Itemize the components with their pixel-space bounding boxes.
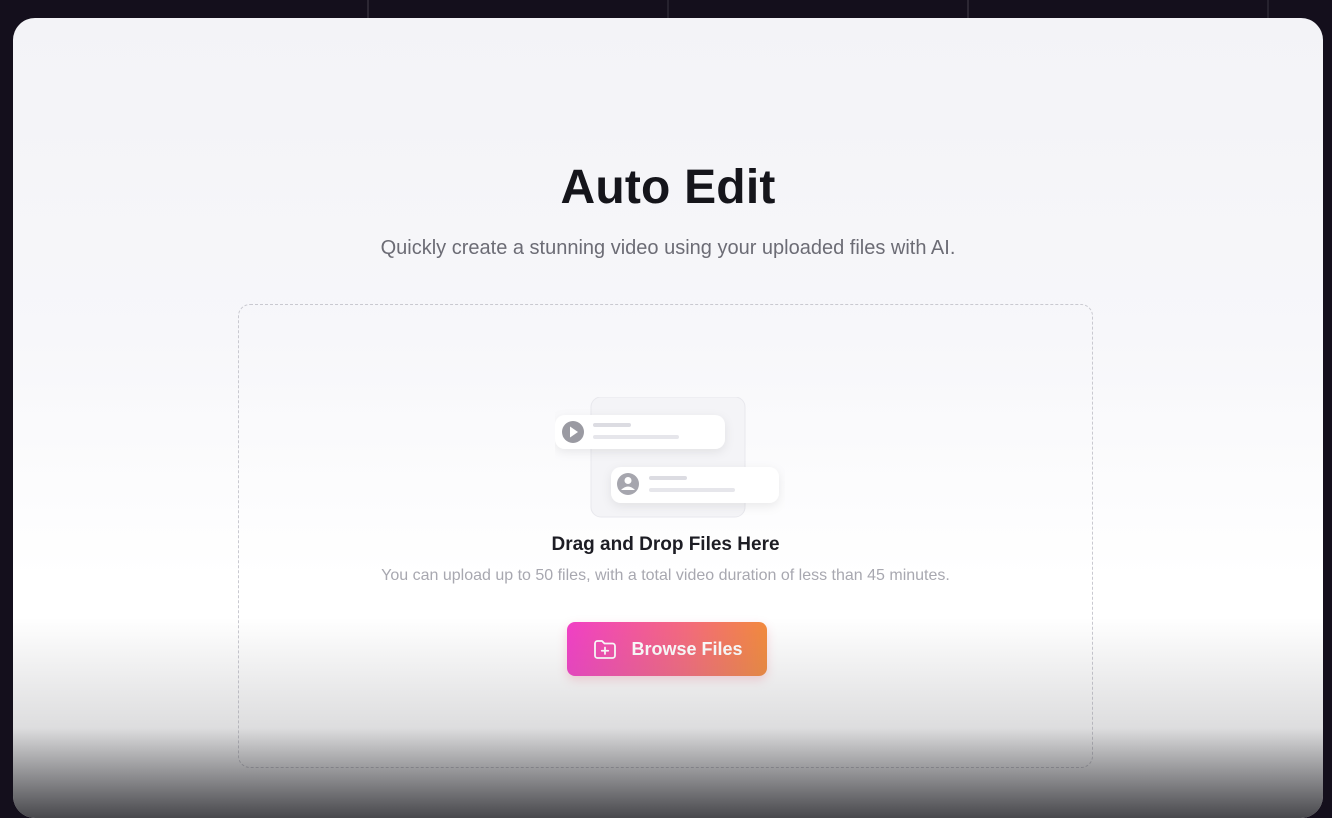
folder-plus-icon <box>594 640 617 659</box>
dialog-subtitle: Quickly create a stunning video using yo… <box>380 237 956 259</box>
play-icon <box>562 421 584 443</box>
auto-edit-dialog: Auto Edit Quickly create a stunning vide… <box>13 18 1323 818</box>
dropzone-hint: You can upload up to 50 files, with a to… <box>381 567 950 584</box>
upload-illustration <box>555 397 779 518</box>
browse-files-button[interactable]: Browse Files <box>567 622 767 676</box>
image-icon <box>617 473 639 495</box>
dropzone-title: Drag and Drop Files Here <box>551 534 780 555</box>
browse-files-label: Browse Files <box>631 638 743 659</box>
file-dropzone[interactable]: Drag and Drop Files Here You can upload … <box>238 304 1093 768</box>
dialog-title: Auto Edit <box>560 161 776 214</box>
